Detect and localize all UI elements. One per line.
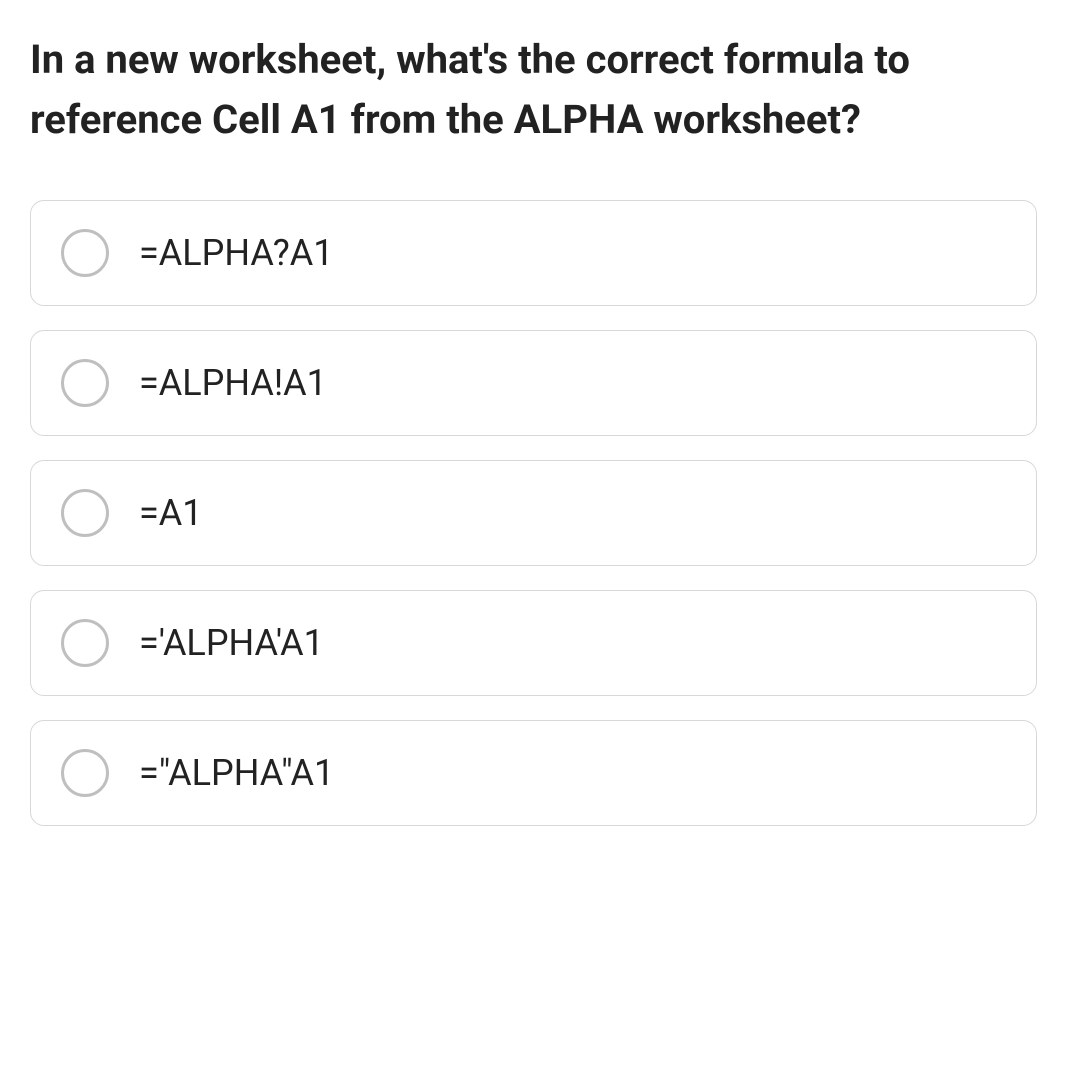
question-text: In a new worksheet, what's the correct f… — [30, 30, 1037, 150]
radio-icon — [61, 229, 109, 277]
option-3[interactable]: ='ALPHA'A1 — [30, 590, 1037, 696]
option-1[interactable]: =ALPHA!A1 — [30, 330, 1037, 436]
option-label: =ALPHA!A1 — [139, 362, 327, 404]
radio-icon — [61, 749, 109, 797]
radio-icon — [61, 619, 109, 667]
option-4[interactable]: ="ALPHA"A1 — [30, 720, 1037, 826]
option-2[interactable]: =A1 — [30, 460, 1037, 566]
radio-icon — [61, 489, 109, 537]
option-label: ='ALPHA'A1 — [139, 622, 324, 664]
radio-icon — [61, 359, 109, 407]
option-label: =A1 — [139, 492, 202, 534]
options-list: =ALPHA?A1 =ALPHA!A1 =A1 ='ALPHA'A1 ="ALP… — [30, 200, 1037, 826]
option-label: ="ALPHA"A1 — [139, 752, 334, 794]
option-0[interactable]: =ALPHA?A1 — [30, 200, 1037, 306]
option-label: =ALPHA?A1 — [139, 232, 333, 274]
